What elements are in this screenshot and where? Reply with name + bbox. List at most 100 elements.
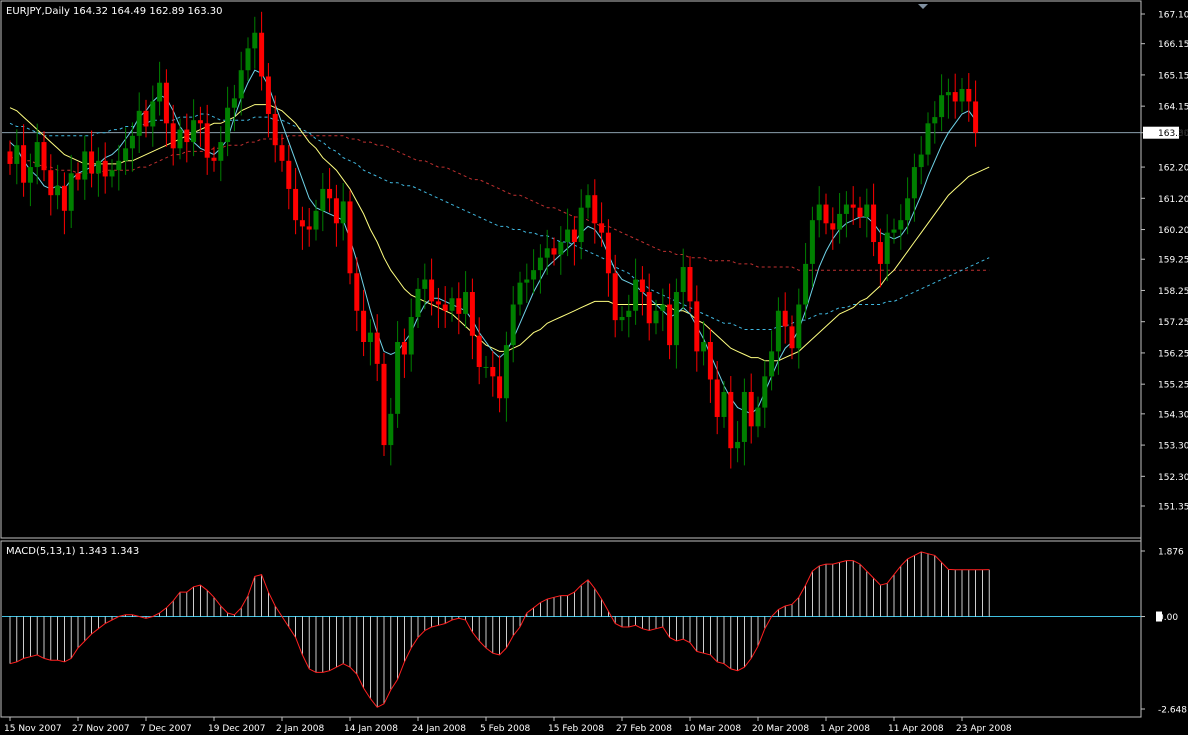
- candle-body: [741, 391, 747, 442]
- candle-body: [619, 317, 625, 321]
- candle-body: [599, 223, 605, 233]
- candle-body: [211, 157, 217, 161]
- candle-body: [422, 279, 428, 289]
- candle-body: [755, 407, 761, 427]
- time-axis-label: 14 Jan 2008: [344, 724, 398, 734]
- candle-body: [612, 273, 618, 321]
- candle-body: [61, 185, 67, 211]
- time-axis-label: 24 Jan 2008: [412, 724, 466, 734]
- candle-body: [367, 332, 373, 342]
- candle-body: [55, 185, 61, 196]
- price-axis-label: 154.30: [1158, 410, 1188, 420]
- candle-body: [483, 366, 489, 368]
- candle-body: [163, 82, 169, 124]
- candle-body: [558, 242, 564, 255]
- time-axis-label: 20 Mar 2008: [752, 724, 809, 734]
- price-axis-label: 153.30: [1158, 442, 1188, 452]
- price-axis-label: 165.15: [1158, 71, 1188, 81]
- candle-body: [231, 98, 237, 108]
- candle-body: [585, 195, 591, 208]
- price-axis-label: 161.20: [1158, 195, 1188, 205]
- candle-body: [476, 335, 482, 367]
- candle-body: [571, 229, 577, 243]
- candle-body: [116, 160, 122, 171]
- price-axis-label: 151.35: [1158, 503, 1188, 513]
- candle-body: [966, 88, 972, 102]
- chart-background: [0, 0, 1188, 735]
- time-axis-label: 15 Nov 2007: [4, 724, 62, 734]
- candle-body: [728, 391, 734, 449]
- candle-body: [503, 345, 509, 399]
- candle-body: [299, 220, 305, 227]
- price-axis-label: 167.10: [1158, 11, 1188, 21]
- candle-body: [809, 220, 815, 264]
- candle-body: [626, 310, 632, 318]
- macd-axis-label: 1.876: [1158, 548, 1184, 558]
- candle-body: [687, 267, 693, 302]
- candle-body: [218, 142, 224, 161]
- candle-body: [388, 413, 394, 446]
- candle-body: [911, 167, 917, 199]
- candle-body: [517, 282, 523, 305]
- eurjpy-chart[interactable]: 167.10 166.15 165.15 164.15 163.30 162.20 161.…: [0, 0, 1188, 735]
- candle-body: [102, 160, 108, 177]
- candle-body: [259, 32, 265, 77]
- candle-body: [925, 123, 931, 155]
- candle-body: [184, 129, 190, 143]
- candle-body: [544, 248, 550, 258]
- time-axis-label: 11 Apr 2008: [888, 724, 944, 734]
- time-axis-label: 27 Nov 2007: [72, 724, 130, 734]
- candle-body: [898, 220, 904, 230]
- price-axis-label: 152.30: [1158, 473, 1188, 483]
- price-axis-label: 160.20: [1158, 226, 1188, 236]
- candle-body: [497, 376, 503, 399]
- candle-body: [823, 204, 829, 224]
- candle-body: [41, 142, 47, 171]
- candle-body: [762, 376, 768, 408]
- candle-body: [170, 123, 176, 149]
- candle-body: [129, 135, 135, 149]
- candle-body: [354, 273, 360, 311]
- price-axis-label: 157.25: [1158, 318, 1188, 328]
- candle-body: [435, 301, 441, 305]
- macd-header-label: MACD(5,13,1) 1.343 1.343: [6, 546, 139, 557]
- candle-body: [191, 120, 197, 143]
- candle-body: [238, 70, 244, 99]
- candle-body: [837, 213, 843, 230]
- candle-body: [673, 292, 679, 346]
- candle-body: [932, 117, 938, 124]
- candle-body: [707, 342, 713, 380]
- candle-body: [660, 304, 666, 311]
- candle-body: [524, 279, 530, 283]
- candle-body: [830, 223, 836, 230]
- candle-body: [374, 332, 380, 364]
- candle-body: [340, 201, 346, 224]
- candle-body: [646, 292, 652, 324]
- candle-body: [82, 151, 88, 180]
- candle-body: [48, 170, 54, 196]
- candle-body: [463, 292, 469, 314]
- candle-body: [333, 198, 339, 224]
- candle-body: [27, 167, 33, 183]
- candle-body: [857, 207, 863, 218]
- candle-body: [89, 151, 95, 174]
- candle-body: [701, 342, 707, 352]
- candle-body: [891, 229, 897, 233]
- candle-body: [633, 279, 639, 311]
- candle-body: [816, 204, 822, 221]
- time-axis-label: 5 Feb 2008: [480, 724, 531, 734]
- candle-body: [68, 173, 74, 211]
- current-price-label: 163.30: [1158, 129, 1188, 139]
- candle-body: [293, 188, 299, 221]
- candle-body: [401, 342, 407, 355]
- candle-body: [680, 267, 686, 293]
- price-axis-label: 159.25: [1158, 256, 1188, 266]
- time-axis-label: 23 Apr 2008: [956, 724, 1012, 734]
- candle-body: [667, 304, 673, 346]
- chart-header-symbol: EURJPY,Daily: [6, 6, 70, 17]
- time-axis-label: 10 Mar 2008: [684, 724, 741, 734]
- candle-body: [918, 154, 924, 168]
- candle-body: [197, 120, 203, 124]
- candle-body: [136, 110, 142, 136]
- candle-body: [973, 101, 979, 133]
